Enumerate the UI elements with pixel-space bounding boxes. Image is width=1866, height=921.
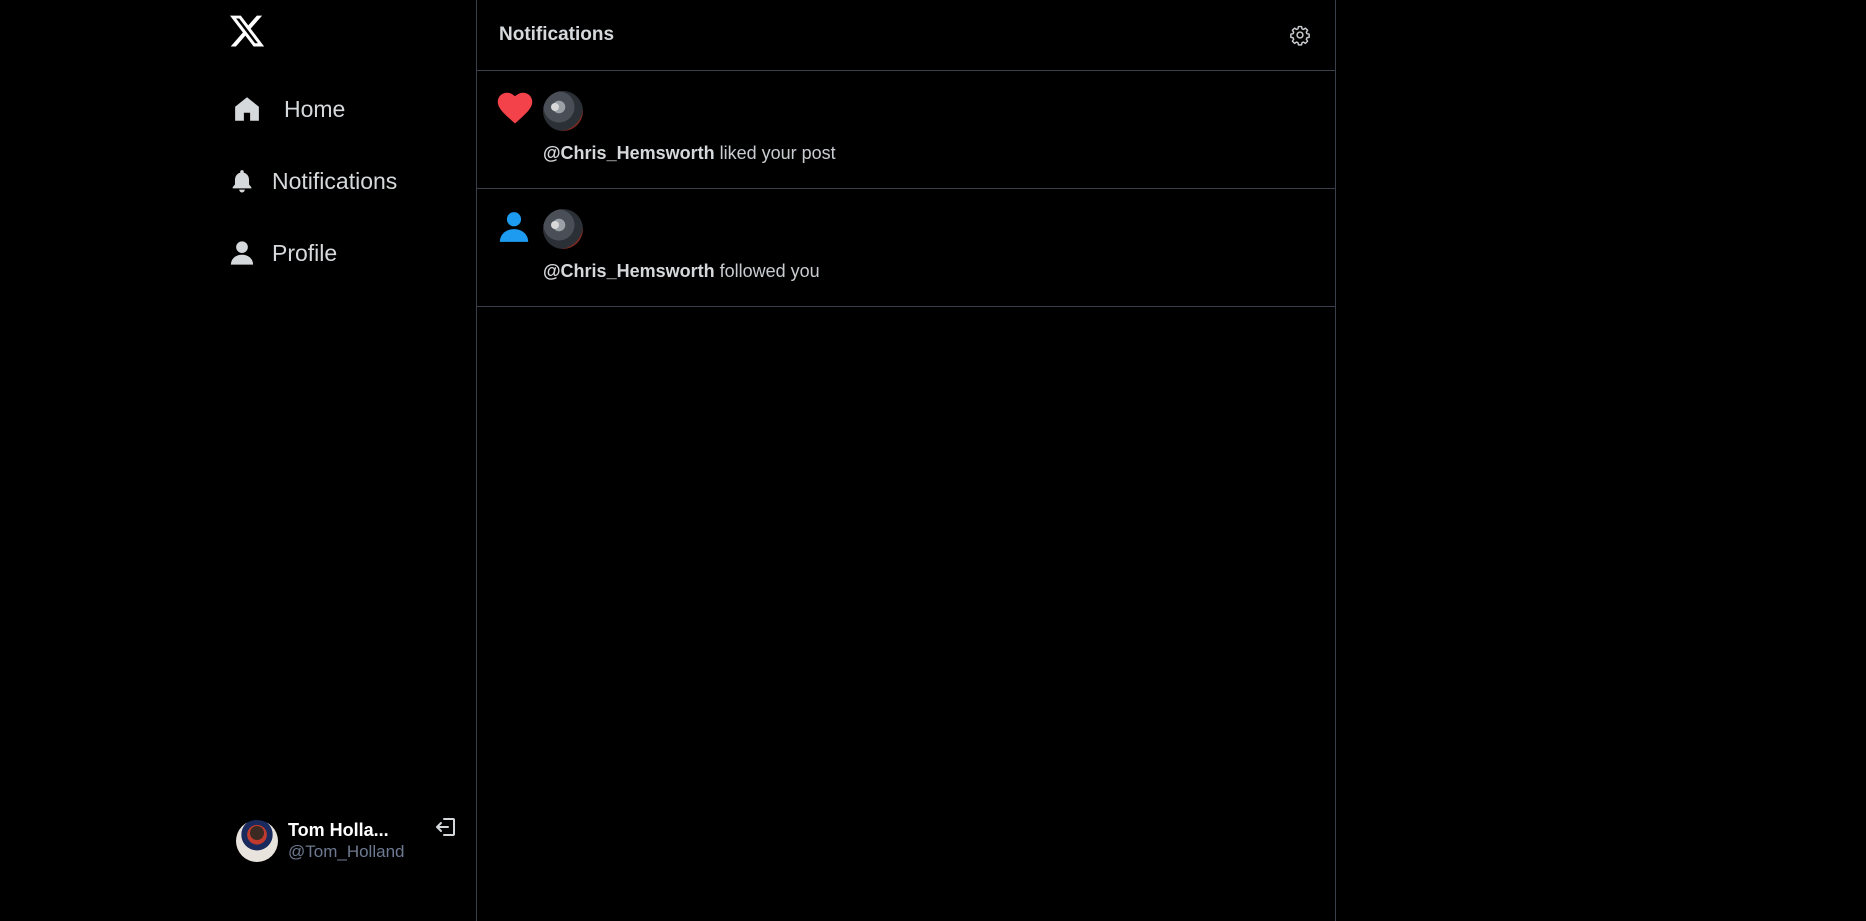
notification-action: liked your post bbox=[714, 143, 836, 163]
notification-action: followed you bbox=[714, 261, 820, 281]
notification-text: @Chris_Hemsworth followed you bbox=[543, 261, 820, 282]
sidebar: Home Notifications Profile Tom Holla... … bbox=[0, 0, 476, 921]
avatar[interactable] bbox=[543, 209, 583, 249]
page-title: Notifications bbox=[499, 24, 615, 45]
sidebar-item-notifications[interactable]: Notifications bbox=[228, 164, 397, 198]
avatar[interactable] bbox=[543, 91, 583, 131]
notification-item[interactable]: @Chris_Hemsworth followed you bbox=[477, 189, 1335, 307]
gear-icon[interactable] bbox=[1289, 24, 1311, 46]
sidebar-item-profile[interactable]: Profile bbox=[228, 236, 337, 270]
logout-icon[interactable] bbox=[434, 815, 458, 839]
account-switcher[interactable]: Tom Holla... @Tom_Holland bbox=[236, 813, 462, 869]
notification-text: @Chris_Hemsworth liked your post bbox=[543, 143, 836, 164]
account-name: Tom Holla... bbox=[288, 820, 389, 840]
sidebar-item-label: Notifications bbox=[272, 167, 398, 194]
account-info: Tom Holla... @Tom_Holland bbox=[288, 819, 404, 863]
account-handle: @Tom_Holland bbox=[288, 842, 405, 861]
notification-item[interactable]: @Chris_Hemsworth liked your post bbox=[477, 71, 1335, 189]
avatar bbox=[236, 820, 278, 862]
sidebar-item-label: Home bbox=[284, 95, 346, 122]
app-root: Home Notifications Profile Tom Holla... … bbox=[0, 0, 1866, 921]
person-icon bbox=[497, 209, 533, 243]
page-header: Notifications bbox=[477, 0, 1335, 71]
heart-icon bbox=[497, 91, 533, 125]
sidebar-item-label: Profile bbox=[272, 239, 338, 266]
bell-icon bbox=[228, 164, 256, 198]
notification-user[interactable]: @Chris_Hemsworth bbox=[543, 261, 715, 281]
x-logo-icon[interactable] bbox=[226, 12, 268, 50]
main-column: Notifications @Chris_Hemsworth liked you… bbox=[476, 0, 1336, 921]
user-icon bbox=[228, 236, 256, 270]
notification-user[interactable]: @Chris_Hemsworth bbox=[543, 143, 715, 163]
sidebar-item-home[interactable]: Home bbox=[230, 92, 345, 126]
home-icon bbox=[230, 92, 264, 126]
